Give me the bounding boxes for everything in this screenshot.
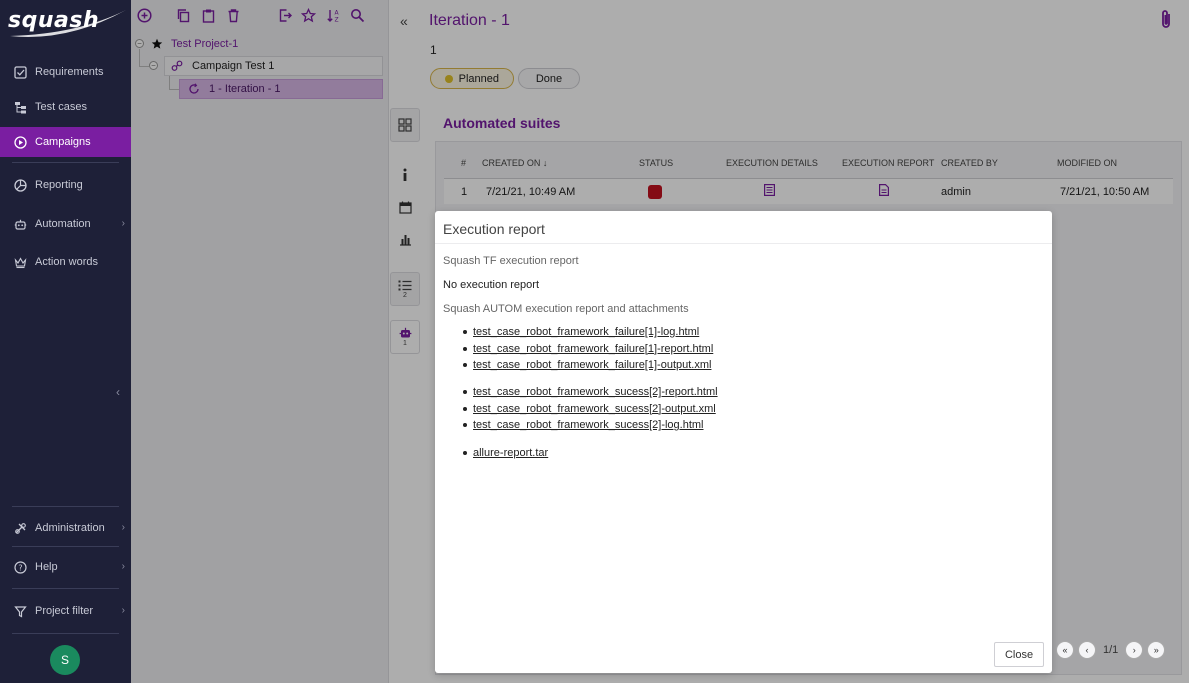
sidebar-item-automation[interactable]: Automation › (0, 209, 131, 239)
list-item: test_case_robot_framework_failure[1]-out… (463, 357, 713, 374)
crown-icon (13, 255, 27, 269)
attachment-link[interactable]: test_case_robot_framework_failure[1]-log… (473, 326, 699, 338)
list-item: test_case_robot_framework_sucess[2]-log.… (463, 417, 718, 434)
svg-text:?: ? (18, 563, 22, 572)
app-root: squash Requirements Test cases Campaigns (0, 0, 1189, 683)
sidebar-item-test-cases[interactable]: Test cases (0, 92, 131, 122)
tools-icon (13, 521, 27, 535)
chevron-right-icon: › (121, 561, 125, 572)
attachment-link[interactable]: test_case_robot_framework_failure[1]-rep… (473, 343, 713, 355)
attachment-list-success: test_case_robot_framework_sucess[2]-repo… (463, 384, 718, 434)
sidebar-item-label: Reporting (35, 179, 83, 191)
test-cases-icon (13, 100, 27, 114)
sidebar-divider (12, 633, 119, 634)
attachment-link[interactable]: test_case_robot_framework_sucess[2]-log.… (473, 419, 704, 431)
attachment-link[interactable]: test_case_robot_framework_failure[1]-out… (473, 359, 711, 371)
chevron-right-icon: › (121, 605, 125, 616)
page-indicator: 1/1 (1103, 644, 1119, 656)
tf-report-value: No execution report (443, 279, 539, 291)
sidebar-item-administration[interactable]: Administration › (0, 513, 131, 543)
sidebar-item-reporting[interactable]: Reporting (0, 170, 131, 200)
attachment-link[interactable]: allure-report.tar (473, 447, 548, 459)
attachment-list-failure: test_case_robot_framework_failure[1]-log… (463, 324, 713, 374)
sidebar-item-label: Project filter (35, 605, 94, 617)
sidebar-item-label: Administration (35, 522, 105, 534)
list-item: test_case_robot_framework_sucess[2]-outp… (463, 401, 718, 418)
chevron-right-icon: › (121, 522, 125, 533)
next-page-icon[interactable]: › (1125, 641, 1144, 659)
list-item: allure-report.tar (463, 445, 548, 462)
sidebar-item-help[interactable]: ? Help › (0, 552, 131, 582)
pie-chart-icon (13, 178, 27, 192)
robot-icon (13, 217, 27, 231)
list-item: test_case_robot_framework_failure[1]-rep… (463, 341, 713, 358)
previous-page-icon[interactable]: ‹ (1078, 641, 1096, 659)
sidebar: squash Requirements Test cases Campaigns (0, 0, 131, 683)
sidebar-item-label: Action words (35, 256, 98, 268)
sidebar-item-label: Requirements (35, 66, 104, 78)
dialog-title: Execution report (443, 221, 545, 237)
attachment-link[interactable]: test_case_robot_framework_sucess[2]-repo… (473, 386, 718, 398)
logo-text: squash (8, 8, 100, 33)
autom-report-label: Squash AUTOM execution report and attach… (443, 303, 689, 315)
pagination: « ‹ 1/1 › » (1056, 641, 1166, 659)
sidebar-item-requirements[interactable]: Requirements (0, 57, 131, 87)
sidebar-item-label: Test cases (35, 101, 87, 113)
list-item: test_case_robot_framework_sucess[2]-repo… (463, 384, 718, 401)
help-icon: ? (13, 560, 27, 574)
collapse-sidebar-icon[interactable]: ‹ (116, 385, 120, 399)
attachment-list-allure: allure-report.tar (463, 445, 548, 462)
list-item: test_case_robot_framework_failure[1]-log… (463, 324, 713, 341)
sidebar-item-campaigns[interactable]: Campaigns (0, 127, 131, 157)
sidebar-divider (12, 546, 119, 547)
user-avatar[interactable]: S (50, 645, 80, 675)
dialog-divider (435, 243, 1052, 244)
close-button[interactable]: Close (994, 642, 1044, 667)
sidebar-divider (12, 588, 119, 589)
sidebar-item-label: Campaigns (35, 136, 91, 148)
first-page-icon[interactable]: « (1056, 641, 1074, 659)
sidebar-item-label: Automation (35, 218, 91, 230)
filter-icon (13, 604, 27, 618)
sidebar-item-project-filter[interactable]: Project filter › (0, 596, 131, 626)
checkbox-icon (13, 65, 27, 79)
play-circle-icon (13, 135, 27, 149)
sidebar-item-label: Help (35, 561, 58, 573)
squash-logo[interactable]: squash (8, 6, 126, 38)
sidebar-divider (12, 506, 119, 507)
tf-report-label: Squash TF execution report (443, 255, 579, 267)
chevron-right-icon: › (121, 218, 125, 229)
sidebar-item-action-words[interactable]: Action words (0, 247, 131, 277)
execution-report-dialog: Execution report Squash TF execution rep… (435, 211, 1052, 673)
sidebar-divider (12, 162, 119, 163)
attachment-link[interactable]: test_case_robot_framework_sucess[2]-outp… (473, 403, 716, 415)
last-page-icon[interactable]: » (1147, 641, 1166, 659)
